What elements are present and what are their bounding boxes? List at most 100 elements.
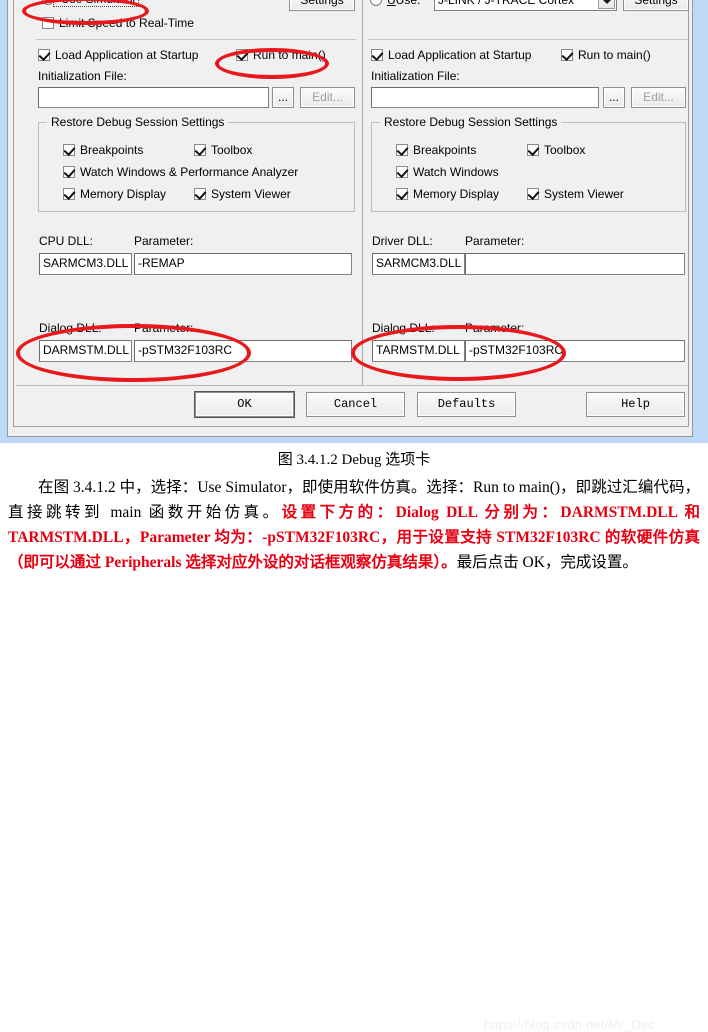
driver-parameter-input[interactable] — [465, 253, 685, 275]
restore-session-group-left: Restore Debug Session Settings Breakpoin… — [38, 115, 355, 212]
use-simulator-label: Use Simulator — [61, 0, 136, 6]
use-simulator-radio[interactable] — [42, 0, 54, 5]
watermark: https://blog.csdn.net/Mr_Dec — [484, 1017, 656, 1032]
init-file-browse-button-right[interactable]: ... — [603, 87, 625, 108]
restore-item-toolbox-right[interactable]: Toolbox — [527, 143, 585, 157]
run-to-main-checkbox[interactable] — [236, 49, 248, 61]
article-body: 在图 3.4.1.2 中，选择：Use Simulator，即使用软件仿真。选择… — [8, 475, 700, 575]
restore-item-memory-display-left[interactable]: Memory Display — [63, 187, 166, 201]
use-driver-row[interactable]: UUse: — [370, 0, 420, 7]
load-application-label: Load Application at Startup — [55, 48, 199, 62]
driver-select[interactable]: J-LINK / J-TRACE Cortex — [434, 0, 617, 11]
driver-settings-button[interactable]: Settings — [623, 0, 689, 11]
load-application-row-right[interactable]: Load Application at Startup — [371, 48, 531, 62]
memory-display-label-right: Memory Display — [413, 187, 500, 201]
breakpoints-checkbox[interactable] — [63, 144, 75, 156]
restore-session-title-left: Restore Debug Session Settings — [47, 115, 229, 129]
memory-display-checkbox-right[interactable] — [396, 188, 408, 200]
article-text-area: 图 3.4.1.2 Debug 选项卡 在图 3.4.1.2 中，选择：Use … — [0, 443, 708, 1032]
ok-button[interactable]: OK — [195, 392, 294, 417]
driver-parameter-label: Parameter: — [465, 234, 525, 248]
system-viewer-checkbox[interactable] — [194, 188, 206, 200]
init-file-input-right[interactable] — [371, 87, 599, 108]
restore-item-toolbox-left[interactable]: Toolbox — [194, 143, 252, 157]
restore-session-title-right: Restore Debug Session Settings — [380, 115, 562, 129]
restore-item-watch-windows-left[interactable]: Watch Windows & Performance Analyzer — [63, 165, 298, 179]
help-button[interactable]: Help — [586, 392, 685, 417]
run-to-main-row-right[interactable]: Run to main() — [561, 48, 651, 62]
toolbox-checkbox[interactable] — [194, 144, 206, 156]
restore-item-system-viewer-right[interactable]: System Viewer — [527, 187, 624, 201]
init-file-edit-button-right: Edit... — [631, 87, 686, 108]
system-viewer-label: System Viewer — [211, 187, 291, 201]
system-viewer-label-right: System Viewer — [544, 187, 624, 201]
cancel-button[interactable]: Cancel — [306, 392, 405, 417]
limit-speed-checkbox[interactable] — [42, 17, 54, 29]
use-simulator-row[interactable]: Use Simulator — [42, 0, 140, 7]
driver-select-value: J-LINK / J-TRACE Cortex — [438, 0, 575, 7]
breakpoints-checkbox-right[interactable] — [396, 144, 408, 156]
use-driver-radio[interactable] — [370, 0, 382, 6]
paragraph-black-part-2: 最后点击 OK，完成设置。 — [456, 554, 638, 571]
use-driver-label: UUse: — [387, 0, 420, 7]
run-to-main-row[interactable]: Run to main() — [236, 48, 326, 62]
restore-item-watch-windows-right[interactable]: Watch Windows — [396, 165, 499, 179]
limit-speed-row[interactable]: Limit Speed to Real-Time — [42, 16, 194, 30]
init-file-input[interactable] — [38, 87, 269, 108]
cpu-parameter-label: Parameter: — [134, 234, 194, 248]
memory-display-checkbox[interactable] — [63, 188, 75, 200]
restore-item-system-viewer-left[interactable]: System Viewer — [194, 187, 291, 201]
restore-item-breakpoints-left[interactable]: Breakpoints — [63, 143, 143, 157]
breakpoints-label-right: Breakpoints — [413, 143, 477, 157]
cpu-dll-input[interactable]: SARMCM3.DLL — [39, 253, 132, 275]
driver-dll-label: Driver DLL: — [372, 234, 433, 248]
debug-tab-body: Use Simulator Settings Limit Speed to Re… — [13, 0, 689, 427]
init-file-label: Initialization File: — [38, 69, 127, 83]
debug-options-dialog: Use Simulator Settings Limit Speed to Re… — [0, 0, 708, 443]
driver-panel: UUse: J-LINK / J-TRACE Cortex Settings L… — [363, 0, 693, 384]
simulator-settings-button[interactable]: Settings — [289, 0, 355, 11]
simulator-panel: Use Simulator Settings Limit Speed to Re… — [14, 0, 362, 384]
load-application-checkbox-right[interactable] — [371, 49, 383, 61]
init-file-browse-button[interactable]: ... — [272, 87, 294, 108]
run-to-main-label-right: Run to main() — [578, 48, 651, 62]
limit-speed-label: Limit Speed to Real-Time — [59, 16, 194, 30]
dialog-dll-input-right[interactable]: TARMSTM.DLL — [372, 340, 465, 362]
left-separator-1 — [36, 39, 356, 40]
defaults-button[interactable]: Defaults — [417, 392, 516, 417]
watch-windows-label: Watch Windows & Performance Analyzer — [80, 165, 299, 179]
right-separator-1 — [368, 39, 688, 40]
run-to-main-label: Run to main() — [253, 48, 326, 62]
init-file-edit-button: Edit... — [300, 87, 355, 108]
dialog-parameter-input-right[interactable]: -pSTM32F103RC — [465, 340, 685, 362]
dialog-dll-input-left[interactable]: DARMSTM.DLL — [39, 340, 132, 362]
watch-windows-checkbox-right[interactable] — [396, 166, 408, 178]
cpu-dll-label: CPU DLL: — [39, 234, 94, 248]
restore-item-memory-display-right[interactable]: Memory Display — [396, 187, 499, 201]
restore-item-breakpoints-right[interactable]: Breakpoints — [396, 143, 476, 157]
load-application-checkbox[interactable] — [38, 49, 50, 61]
restore-session-group-right: Restore Debug Session Settings Breakpoin… — [371, 115, 686, 212]
toolbox-checkbox-right[interactable] — [527, 144, 539, 156]
dialog-inner-frame: Use Simulator Settings Limit Speed to Re… — [7, 0, 693, 437]
chevron-down-icon[interactable] — [598, 0, 615, 9]
dialog-dll-label-left: Dialog DLL: — [39, 321, 102, 335]
load-application-row[interactable]: Load Application at Startup — [38, 48, 198, 62]
init-file-label-right: Initialization File: — [371, 69, 460, 83]
watch-windows-checkbox[interactable] — [63, 166, 75, 178]
run-to-main-checkbox-right[interactable] — [561, 49, 573, 61]
memory-display-label: Memory Display — [80, 187, 167, 201]
toolbox-label: Toolbox — [211, 143, 253, 157]
dialog-parameter-input-left[interactable]: -pSTM32F103RC — [134, 340, 352, 362]
load-application-label-right: Load Application at Startup — [388, 48, 532, 62]
system-viewer-checkbox-right[interactable] — [527, 188, 539, 200]
dialog-parameter-label-right: Parameter: — [465, 321, 525, 335]
driver-dll-input[interactable]: SARMCM3.DLL — [372, 253, 465, 275]
cpu-parameter-input[interactable]: -REMAP — [134, 253, 352, 275]
figure-caption: 图 3.4.1.2 Debug 选项卡 — [277, 452, 431, 468]
dialog-parameter-label-left: Parameter: — [134, 321, 194, 335]
dialog-dll-label-right: Dialog DLL: — [372, 321, 435, 335]
watch-windows-label-right: Watch Windows — [413, 165, 499, 179]
bottom-separator — [16, 385, 688, 386]
breakpoints-label: Breakpoints — [80, 143, 144, 157]
